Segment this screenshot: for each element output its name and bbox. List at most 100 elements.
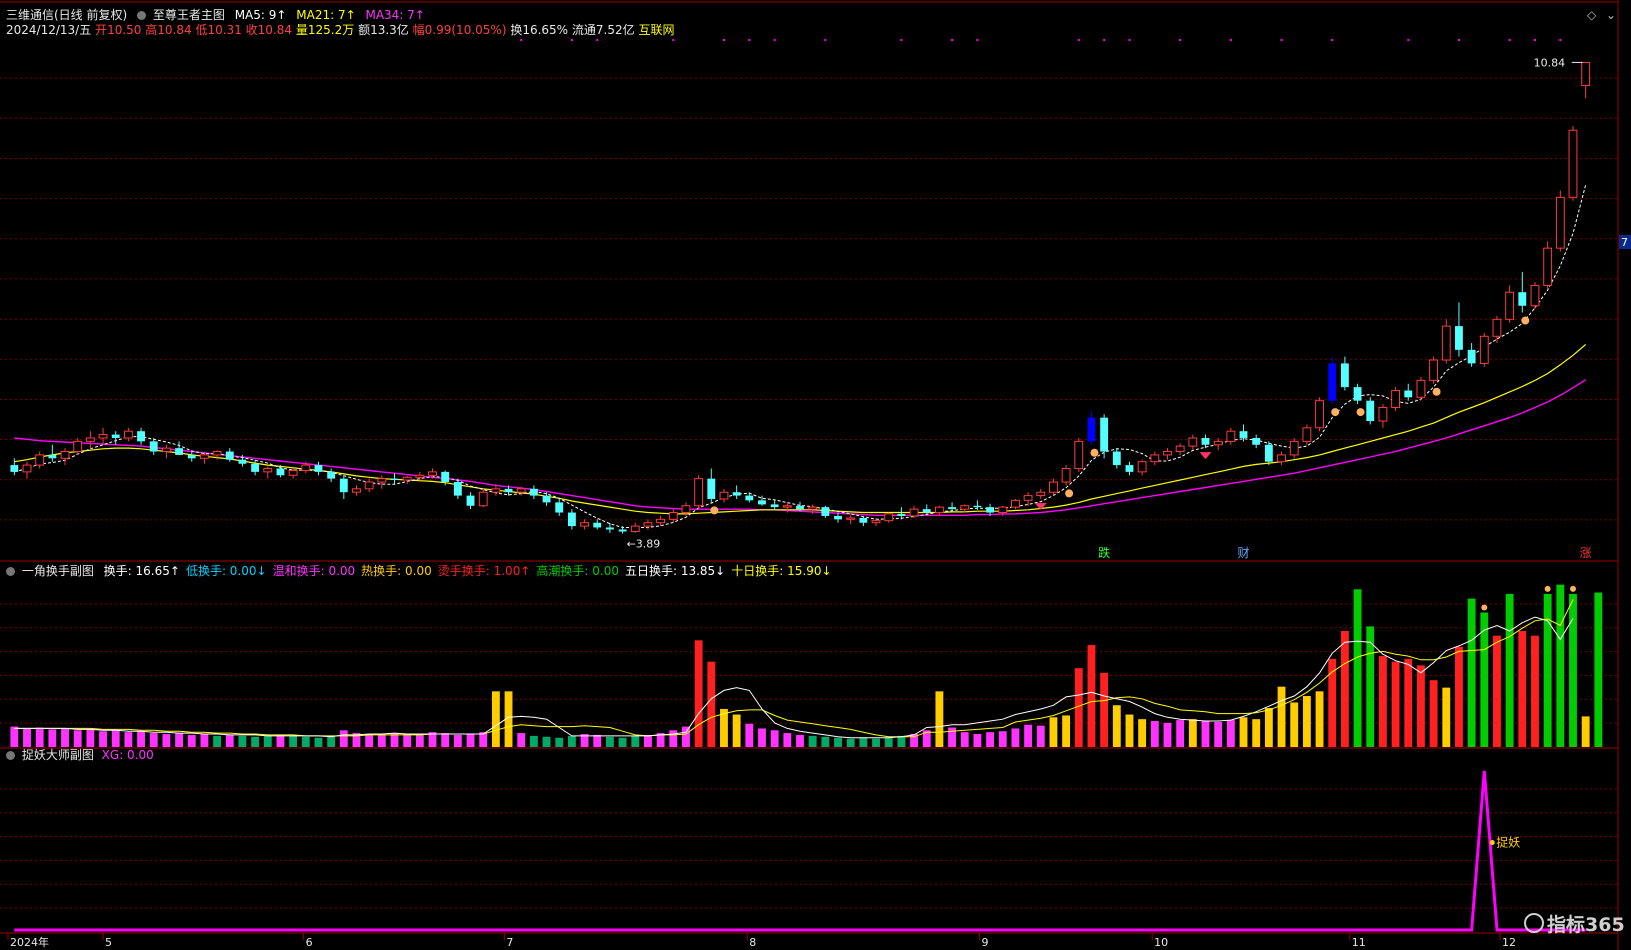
signal-dot bbox=[1280, 39, 1283, 41]
turnover-bar bbox=[415, 734, 424, 747]
candle-body bbox=[288, 470, 298, 476]
turnover-bar bbox=[1226, 720, 1235, 747]
turnover-bar bbox=[200, 734, 209, 747]
turnover-bar bbox=[960, 732, 969, 747]
x-axis-label: 12 bbox=[1502, 936, 1516, 949]
turnover-bar bbox=[517, 733, 526, 747]
candle-body bbox=[60, 451, 70, 459]
turnover-bar bbox=[986, 732, 995, 747]
turnover-bar bbox=[758, 728, 766, 747]
turnover-bar bbox=[1353, 589, 1362, 747]
turnover-bar bbox=[694, 640, 703, 747]
turnover-bar bbox=[631, 735, 640, 747]
signal-dot bbox=[672, 39, 675, 41]
zhaoyao-line bbox=[14, 770, 1586, 932]
hand-icon bbox=[710, 506, 719, 515]
x-axis-label: 6 bbox=[306, 936, 313, 949]
turnover-bar bbox=[86, 729, 95, 747]
candle-body bbox=[732, 492, 741, 496]
turnover-bar bbox=[377, 734, 386, 747]
candle-body bbox=[1137, 461, 1147, 473]
candle-body bbox=[758, 500, 766, 505]
zhaoyao-dot bbox=[1489, 840, 1495, 846]
turnover-bar bbox=[403, 734, 412, 747]
turnover-ma5-line bbox=[14, 616, 1574, 739]
turnover-bar bbox=[567, 735, 576, 747]
turnover-bar bbox=[1062, 715, 1071, 747]
turnover-bar bbox=[872, 738, 880, 747]
turnover-bar bbox=[1455, 646, 1463, 747]
turnover-bar bbox=[732, 714, 741, 747]
signal-dot bbox=[1229, 39, 1232, 41]
turnover-bar bbox=[783, 733, 792, 747]
candle-body bbox=[1023, 495, 1033, 501]
candle-body bbox=[1074, 440, 1084, 469]
turnover-bar bbox=[618, 737, 627, 747]
candle-body bbox=[605, 527, 614, 530]
signal-dot bbox=[1559, 39, 1562, 41]
turnover-bar bbox=[99, 731, 107, 747]
turnover-bar bbox=[1378, 656, 1387, 747]
candle-body bbox=[542, 495, 551, 503]
max-price-label: 10.84 bbox=[1534, 56, 1566, 69]
candle-body bbox=[630, 525, 640, 533]
turnover-bar bbox=[1290, 702, 1299, 747]
candle-body bbox=[73, 440, 83, 453]
candle-body bbox=[960, 505, 970, 510]
candle-body bbox=[1036, 491, 1046, 497]
candle-body bbox=[1201, 437, 1210, 445]
candle-body bbox=[656, 518, 666, 524]
candle-body bbox=[986, 507, 995, 513]
candle-body bbox=[922, 509, 931, 513]
signal-dot bbox=[1457, 39, 1460, 41]
candle-body bbox=[339, 478, 348, 493]
signal-dot bbox=[773, 39, 776, 41]
signal-dot bbox=[824, 39, 827, 41]
candle-body bbox=[225, 451, 234, 460]
candle-body bbox=[681, 505, 691, 514]
turnover-bar bbox=[175, 733, 184, 747]
candle-body bbox=[782, 505, 792, 508]
candle-body bbox=[1112, 451, 1121, 466]
turnover-bar bbox=[1264, 708, 1273, 747]
turnover-bar bbox=[1112, 705, 1121, 747]
turnover-bar bbox=[682, 726, 690, 747]
turnover-bar bbox=[441, 733, 450, 747]
candle-body bbox=[478, 491, 488, 507]
x-axis-label: 9 bbox=[982, 936, 989, 949]
signal-dot bbox=[748, 39, 751, 41]
candle-body bbox=[453, 482, 462, 496]
turnover-bar bbox=[1467, 598, 1476, 747]
turnover-bar bbox=[1100, 672, 1109, 747]
hand-icon bbox=[1432, 387, 1441, 396]
turnover-bar bbox=[251, 736, 260, 747]
hand-icon bbox=[1090, 448, 1099, 457]
min-price-label: ←3.89 bbox=[627, 538, 661, 551]
candle-body bbox=[1010, 499, 1020, 508]
hand-icon bbox=[1521, 316, 1530, 325]
brand-name: 指标365 bbox=[1547, 914, 1625, 936]
candle-body bbox=[1530, 284, 1540, 307]
candle-body bbox=[884, 513, 894, 522]
turnover-bar bbox=[605, 736, 614, 747]
candle-body bbox=[276, 468, 285, 476]
candle-body bbox=[1252, 437, 1261, 445]
turnover-bar bbox=[137, 731, 145, 747]
turnover-bar bbox=[1176, 720, 1185, 747]
candle-body bbox=[1555, 196, 1565, 249]
turnover-bar bbox=[1011, 728, 1020, 747]
turnover-bar bbox=[1087, 644, 1096, 747]
turnover-bar bbox=[1036, 725, 1045, 747]
peak-marker-icon bbox=[1569, 585, 1576, 592]
candle-body bbox=[567, 512, 576, 527]
turnover-bar bbox=[859, 737, 868, 747]
signal-dot bbox=[596, 39, 599, 41]
candle-body bbox=[998, 506, 1008, 514]
turnover-bar bbox=[1024, 724, 1033, 747]
tag-zhang: 涨 bbox=[1580, 545, 1592, 560]
turnover-bar bbox=[1569, 593, 1577, 747]
signal-dot bbox=[1331, 39, 1334, 41]
turnover-bar bbox=[365, 734, 374, 747]
x-axis-label: 7 bbox=[506, 936, 513, 949]
candle-body bbox=[1441, 325, 1451, 361]
